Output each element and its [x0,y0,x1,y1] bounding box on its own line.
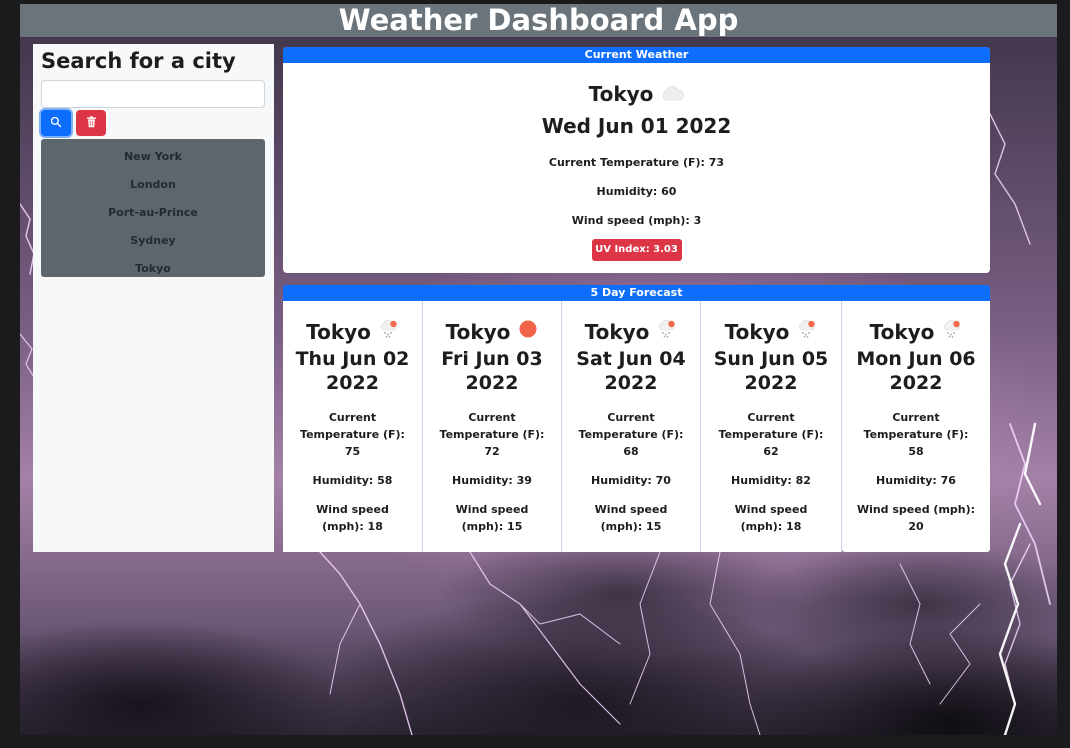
uv-index-badge: UV Index: 3.03 [591,239,682,261]
rain-icon [797,319,817,345]
history-item-port-au-prince[interactable]: Port-au-Prince [41,199,265,227]
forecast-city-line: Tokyo [423,319,561,345]
cloud-icon [660,80,685,108]
app-title: Weather Dashboard App [338,4,739,37]
forecast-card: Tokyo Fri Jun 03 2022 Current Temperatur… [423,301,562,552]
search-history-list: New York London Port-au-Prince Sydney To… [41,139,265,277]
forecast-date: Thu Jun 02 2022 [295,348,410,394]
forecast-wind-speed: Wind speed (mph): 15 [594,503,668,533]
forecast-humidity: Humidity: 76 [876,474,956,487]
forecast-humidity: Humidity: 82 [731,474,811,487]
forecast-city-line: Tokyo [283,319,422,345]
forecast-wind-speed: Wind speed (mph): 15 [455,503,529,533]
forecast-date: Mon Jun 06 2022 [856,348,976,394]
forecast-city: Tokyo [306,320,371,344]
current-city-line: Tokyo [283,80,990,108]
history-item-sydney[interactable]: Sydney [41,227,265,255]
search-heading: Search for a city [41,49,236,73]
search-button-row [41,110,266,136]
forecast-city: Tokyo [724,320,790,344]
forecast-cards: Tokyo Thu Jun 02 2022 Current Temperatur… [283,301,990,552]
five-day-forecast-panel: 5 Day Forecast Tokyo Thu Jun 02 2022 Cur… [283,285,990,552]
forecast-wind-speed: Wind speed (mph): 18 [316,503,389,533]
forecast-date: Sat Jun 04 2022 [576,348,686,394]
forecast-temperature: Current Temperature (F): 72 [439,411,545,458]
clear-history-button[interactable] [76,110,106,136]
forecast-city-line: Tokyo [701,319,841,345]
history-item-tokyo[interactable]: Tokyo [41,255,265,283]
forecast-temperature: Current Temperature (F): 68 [578,411,684,458]
rain-icon [379,319,399,345]
current-temperature: Current Temperature (F): 73 [548,156,725,169]
page-background: Weather Dashboard App Search for a city … [20,4,1057,735]
rain-icon [657,319,677,345]
current-city: Tokyo [588,82,654,106]
city-search-input[interactable] [41,80,265,108]
forecast-card: Tokyo Mon Jun 06 2022 Current Temperatur… [842,301,990,552]
forecast-humidity: Humidity: 58 [312,474,393,487]
history-item-london[interactable]: London [41,171,265,199]
forecast-card: Tokyo Thu Jun 02 2022 Current Temperatur… [283,301,423,552]
forecast-city: Tokyo [445,320,511,344]
forecast-temperature: Current Temperature (F): 58 [863,411,969,458]
forecast-date: Sun Jun 05 2022 [713,348,829,394]
history-item-new-york[interactable]: New York [41,143,265,171]
current-weather-panel: Current Weather Tokyo Wed Jun 01 2022 Cu… [283,47,990,273]
forecast-city-line: Tokyo [842,319,990,345]
app-header: Weather Dashboard App [20,4,1057,37]
current-humidity: Humidity: 60 [596,185,677,198]
forecast-city: Tokyo [869,320,935,344]
forecast-temperature: Current Temperature (F): 62 [718,411,824,458]
forecast-date: Fri Jun 03 2022 [441,348,543,394]
forecast-wind-speed: Wind speed (mph): 18 [734,503,808,533]
forecast-city-line: Tokyo [562,319,700,345]
current-wind-speed: Wind speed (mph): 3 [571,214,702,227]
trash-icon [86,115,97,131]
forecast-header: 5 Day Forecast [283,285,990,301]
forecast-card: Tokyo Sat Jun 04 2022 Current Temperatur… [562,301,701,552]
search-button[interactable] [41,110,71,136]
sun-icon [518,319,538,345]
forecast-city: Tokyo [584,320,650,344]
forecast-temperature: Current Temperature (F): 75 [300,411,405,458]
forecast-humidity: Humidity: 70 [591,474,671,487]
current-weather-header: Current Weather [283,47,990,63]
forecast-humidity: Humidity: 39 [452,474,532,487]
forecast-card: Tokyo Sun Jun 05 2022 Current Temperatur… [701,301,842,552]
current-date: Wed Jun 01 2022 [541,114,732,138]
forecast-wind-speed: Wind speed (mph): 20 [856,503,976,533]
search-sidebar: Search for a city New York London Port-a… [33,44,274,552]
search-icon [50,116,62,131]
rain-icon [942,319,962,345]
